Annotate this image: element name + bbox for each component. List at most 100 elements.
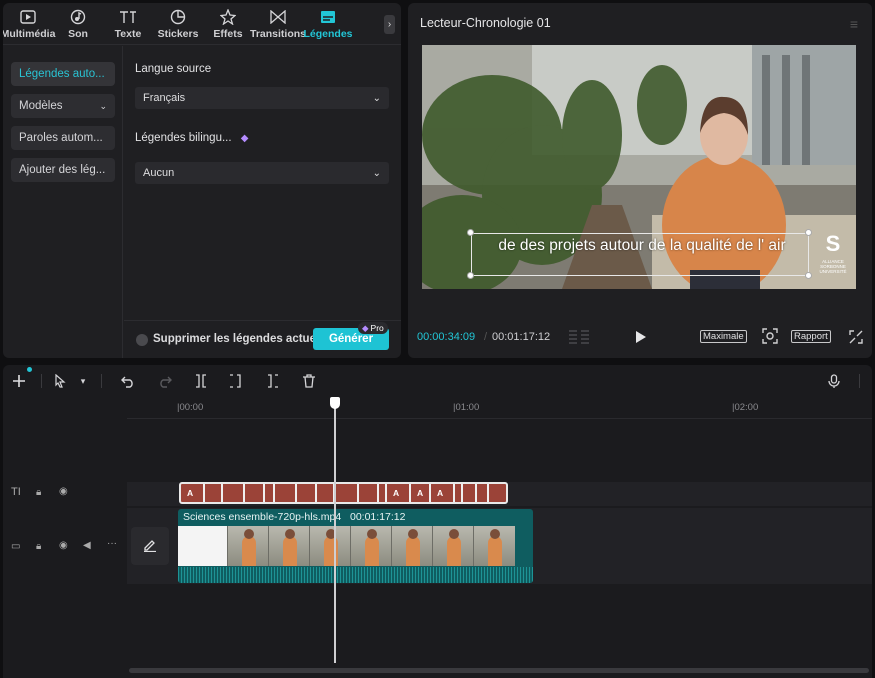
caption-clip[interactable]: A A A A bbox=[179, 482, 508, 504]
more-icon[interactable]: ··· bbox=[107, 538, 117, 549]
resize-handle[interactable] bbox=[805, 272, 812, 279]
caption-segment[interactable]: A bbox=[181, 484, 205, 502]
delete-icon[interactable] bbox=[300, 372, 318, 390]
caption-segment[interactable] bbox=[359, 484, 379, 502]
grid-view-icon[interactable] bbox=[568, 329, 590, 348]
caption-mark: A bbox=[437, 488, 444, 498]
sidebar-item-auto-lyrics[interactable]: Paroles autom... bbox=[11, 126, 115, 150]
caption-segment[interactable] bbox=[223, 484, 245, 502]
quality-button[interactable]: Maximale bbox=[700, 330, 747, 343]
captions-icon bbox=[319, 8, 337, 26]
playhead-handle[interactable] bbox=[330, 397, 340, 409]
tab-legendes[interactable]: Légendes bbox=[303, 3, 353, 45]
lock-icon[interactable]: 🔒︎ bbox=[36, 487, 41, 498]
caption-segment[interactable] bbox=[317, 484, 335, 502]
subtitle-text: de des projets autour de la qualité de l… bbox=[498, 237, 786, 254]
bilingual-captions-select[interactable]: Aucun ⌄ bbox=[135, 162, 389, 184]
ratio-button[interactable]: Rapport bbox=[791, 330, 831, 343]
clip-thumbnails bbox=[178, 526, 533, 566]
caption-mark: A bbox=[417, 488, 424, 498]
divider bbox=[859, 374, 860, 388]
trim-left-icon[interactable] bbox=[227, 372, 245, 390]
sidebar-item-label: Légendes auto... bbox=[19, 68, 105, 80]
tab-transitions[interactable]: Transitions bbox=[250, 3, 307, 45]
total-time: 00:01:17:12 bbox=[492, 331, 551, 343]
sidebar-item-add-captions[interactable]: Ajouter des lég... bbox=[11, 158, 115, 182]
caption-segment[interactable]: A bbox=[431, 484, 455, 502]
sticker-icon bbox=[169, 8, 187, 26]
sidebar-item-label: Ajouter des lég... bbox=[19, 164, 106, 176]
tab-son[interactable]: Son bbox=[53, 3, 103, 45]
caption-segment[interactable] bbox=[463, 484, 477, 502]
eye-icon[interactable]: ◉ bbox=[59, 540, 68, 551]
sidebar-item-auto-captions[interactable]: Légendes auto... bbox=[11, 62, 115, 86]
trim-right-icon[interactable] bbox=[263, 372, 281, 390]
caption-segment[interactable] bbox=[297, 484, 317, 502]
menu-icon[interactable]: ≡ bbox=[850, 16, 858, 32]
sorbonne-logo: S bbox=[825, 231, 841, 256]
caption-segment[interactable] bbox=[205, 484, 223, 502]
category-tabs: Multimédia Son Texte Stickers Effets Tra… bbox=[3, 3, 401, 45]
caption-segment[interactable] bbox=[455, 484, 463, 502]
resize-handle[interactable] bbox=[467, 272, 474, 279]
tab-label: Multimédia bbox=[3, 28, 56, 40]
select-tool-icon[interactable] bbox=[51, 372, 69, 390]
horizontal-scrollbar[interactable] bbox=[129, 668, 869, 673]
split-icon[interactable] bbox=[192, 372, 210, 390]
play-icon[interactable] bbox=[635, 330, 647, 347]
resize-handle[interactable] bbox=[805, 229, 812, 236]
redo-icon[interactable] bbox=[156, 372, 174, 390]
caption-segment[interactable] bbox=[379, 484, 387, 502]
thumbnail bbox=[392, 526, 433, 566]
select-value: Français bbox=[143, 92, 186, 104]
chevron-down-icon: ⌄ bbox=[372, 92, 381, 104]
clip-name: Sciences ensemble-720p-hls.mp4 bbox=[183, 511, 342, 523]
thumbnail bbox=[178, 526, 228, 566]
caption-segment[interactable] bbox=[489, 484, 506, 502]
sidebar-item-templates[interactable]: Modèles ⌄ bbox=[11, 94, 115, 118]
video-preview[interactable]: de des projets autour de la qualité de l… bbox=[422, 45, 856, 289]
eye-icon[interactable]: ◉ bbox=[59, 486, 68, 497]
caption-segment[interactable] bbox=[477, 484, 489, 502]
edit-cover-button[interactable] bbox=[131, 527, 169, 565]
tab-effets[interactable]: Effets bbox=[203, 3, 253, 45]
tab-multimedia[interactable]: Multimédia bbox=[3, 3, 56, 45]
add-icon[interactable] bbox=[10, 372, 28, 390]
current-time: 00:00:34:09 bbox=[417, 331, 476, 343]
caption-segment[interactable] bbox=[275, 484, 297, 502]
caption-segment[interactable] bbox=[265, 484, 275, 502]
thumbnail bbox=[474, 526, 515, 566]
clear-captions-checkbox[interactable] bbox=[136, 334, 148, 346]
tab-label: Transitions bbox=[250, 28, 307, 40]
chevron-down-icon[interactable]: ▾ bbox=[74, 372, 92, 390]
caption-segment[interactable]: A bbox=[387, 484, 411, 502]
timeline-ruler[interactable]: |00:00 |01:00 |02:00 bbox=[127, 397, 872, 419]
caption-mark: A bbox=[187, 488, 194, 498]
tab-stickers[interactable]: Stickers bbox=[153, 3, 203, 45]
source-language-label: Langue source bbox=[135, 63, 212, 75]
tick-label: |01:00 bbox=[453, 402, 480, 413]
diamond-icon: ◆ bbox=[362, 322, 369, 333]
tabs-next-button[interactable]: › bbox=[384, 15, 395, 34]
player-panel: Lecteur-Chronologie 01 ≡ de des projets … bbox=[408, 3, 872, 358]
snapshot-icon[interactable] bbox=[762, 328, 778, 347]
undo-icon[interactable] bbox=[119, 372, 137, 390]
effects-icon bbox=[219, 8, 237, 26]
fullscreen-icon[interactable] bbox=[849, 330, 863, 347]
video-clip[interactable]: Sciences ensemble-720p-hls.mp4 00:01:17:… bbox=[178, 509, 533, 583]
lock-icon[interactable]: 🔒︎ bbox=[36, 541, 41, 552]
playhead[interactable] bbox=[334, 399, 336, 663]
thumbnail bbox=[228, 526, 269, 566]
source-language-select[interactable]: Français ⌄ bbox=[135, 87, 389, 109]
tab-texte[interactable]: Texte bbox=[103, 3, 153, 45]
time-separator: / bbox=[484, 331, 488, 343]
volume-icon[interactable]: ◀︎ bbox=[83, 540, 91, 551]
select-value: Aucun bbox=[143, 167, 175, 179]
caption-segment[interactable] bbox=[245, 484, 265, 502]
caption-segment[interactable]: A bbox=[411, 484, 431, 502]
sidebar-item-label: Modèles bbox=[19, 100, 63, 112]
resize-handle[interactable] bbox=[467, 229, 474, 236]
microphone-icon[interactable] bbox=[825, 372, 843, 390]
caption-segment[interactable] bbox=[335, 484, 359, 502]
settings-footer: Supprimer les légendes actuelles Générer… bbox=[124, 320, 401, 358]
